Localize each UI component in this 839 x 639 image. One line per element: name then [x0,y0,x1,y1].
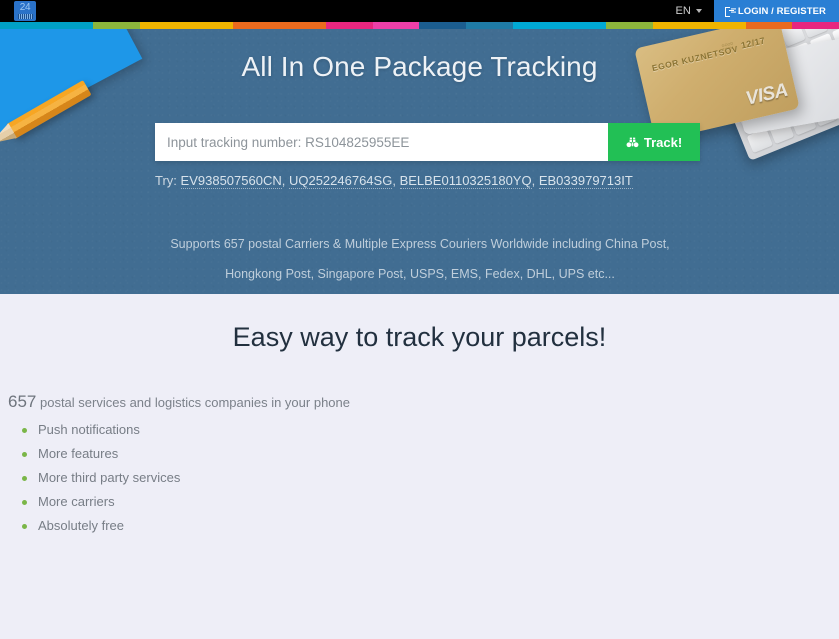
tracking-search-row: Track! [155,123,700,161]
features-section: Easy way to track your parcels! 657 post… [0,294,839,639]
binoculars-icon [626,137,639,147]
login-register-button[interactable]: LOGIN / REGISTER [713,0,839,22]
stripe-segment [419,22,467,29]
supports-line-1: Supports 657 postal Carriers & Multiple … [170,237,670,251]
try-examples-line: Try: EV938507560CN, UQ252246764SG, BELBE… [155,173,755,189]
track-button[interactable]: Track! [608,123,700,161]
stripe-segment [605,22,653,29]
stripe-segment [139,22,187,29]
stripe-segment [699,22,746,29]
try-tracking-number-link[interactable]: EB033979713IT [538,173,633,189]
search-input[interactable] [155,123,608,161]
stripe-segment [512,22,560,29]
page-title: All In One Package Tracking [241,51,598,82]
try-label: Try: [155,173,177,188]
lead-count: 657 [8,392,37,411]
stripe-segment [279,22,327,29]
language-selector[interactable]: EN [664,0,714,22]
stripe-segment [652,22,700,29]
stripe-segment [93,22,140,29]
stripe-segment [46,22,94,29]
supports-line-2: Hongkong Post, Singapore Post, USPS, EMS… [225,267,615,281]
stripe-segment [0,22,47,29]
feature-list: Push notifications More features More thir… [20,422,180,542]
try-links-group: EV938507560CN, UQ252246764SG, BELBE01103… [180,173,633,189]
track-button-label: Track! [643,134,683,150]
color-stripe-divider [0,22,839,29]
try-tracking-number-link[interactable]: EV938507560CN [180,173,282,189]
stripe-segment [326,22,373,29]
try-tracking-number-link[interactable]: BELBE0110325180YQ [399,173,532,189]
stripe-segment [745,22,793,29]
stripe-segment [233,22,280,29]
try-tracking-number-link[interactable]: UQ252246764SG [288,173,393,189]
top-navigation-bar: 24 EN LOGIN / REGISTER [0,0,839,22]
language-label: EN [675,5,691,17]
stripe-segment [792,22,839,29]
section-title: Easy way to track your parcels! [232,322,607,352]
stripe-segment [186,22,234,29]
feature-list-item: Absolutely free [20,518,180,533]
feature-list-item: More features [20,446,180,461]
stripe-segment [559,22,606,29]
login-register-label: LOGIN / REGISTER [737,5,826,17]
hero-section: EGOR KUZNETSOV GOOD THRU 12/17 VISA All … [0,29,839,294]
feature-list-item: More carriers [20,494,180,509]
visa-brand-logo: VISA [743,79,790,110]
feature-list-item: More third party services [20,470,180,485]
stripe-segment [372,22,420,29]
card-expiry-date: 12/17 [740,35,767,51]
logo-number: 24 [19,2,31,13]
lead-text: 657 postal services and logistics compan… [8,392,350,412]
stripe-segment [466,22,513,29]
page-root: 24 EN LOGIN / REGISTER EGOR KUZNETSOV GO… [0,0,839,639]
chevron-down-icon [695,9,702,13]
barcode-icon [17,14,33,19]
nav-right-group: EN LOGIN / REGISTER [664,0,839,22]
supports-text: Supports 657 postal Carriers & Multiple … [80,229,760,289]
lead-description: postal services and logistics companies … [36,395,350,410]
track24-logo[interactable]: 24 [14,1,36,21]
sign-in-icon [724,7,734,17]
feature-list-item: Push notifications [20,422,180,437]
